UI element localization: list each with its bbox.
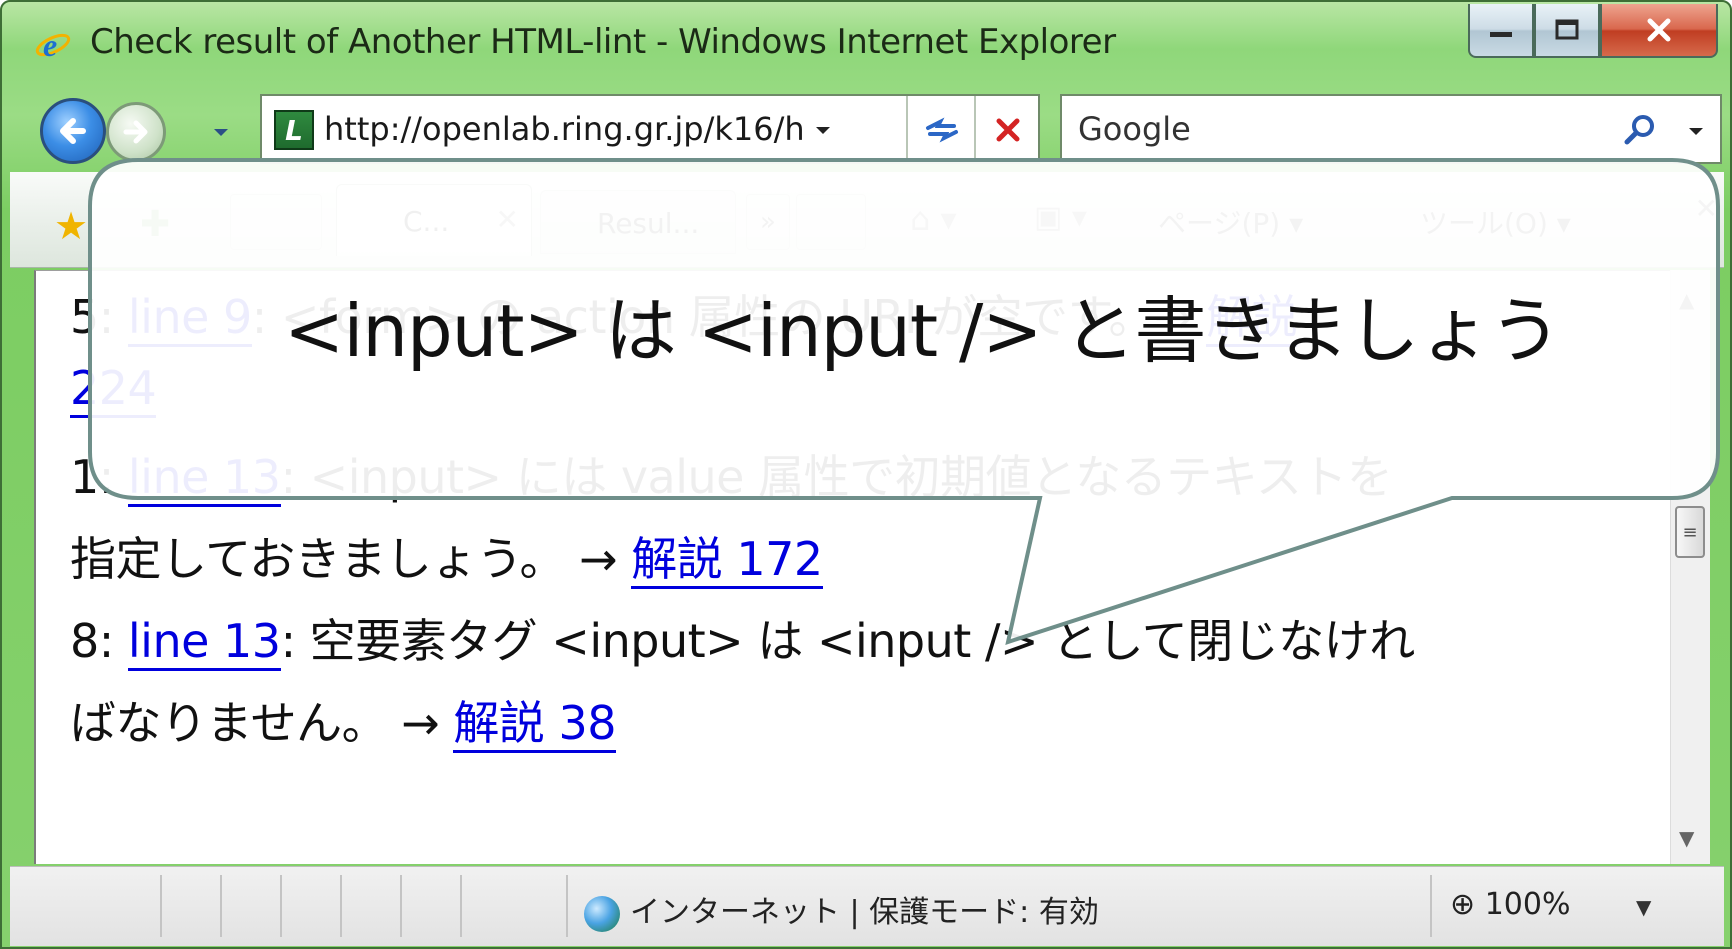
line-link[interactable]: line 13 bbox=[127, 450, 281, 507]
maximize-icon bbox=[1555, 19, 1579, 40]
search-icon bbox=[1624, 115, 1654, 145]
forward-button[interactable] bbox=[106, 102, 166, 162]
explanation-link[interactable]: 解説 172 bbox=[631, 532, 823, 589]
security-zone[interactable]: インターネット | 保護モード: 有効 bbox=[584, 887, 1099, 932]
line-link[interactable]: line 9 bbox=[127, 290, 252, 347]
scroll-up-arrow-icon[interactable]: ▲ bbox=[1679, 288, 1694, 312]
status-bar: インターネット | 保護モード: 有効 ⊕ 100% ▼ bbox=[10, 866, 1724, 946]
result-line: ばなりません。 → 解説 38 bbox=[70, 687, 617, 753]
ie-logo-icon: e bbox=[34, 26, 72, 64]
browser-window: e Check result of Another HTML-lint - Wi… bbox=[0, 0, 1732, 949]
back-arrow-icon bbox=[60, 118, 86, 144]
close-icon bbox=[1647, 18, 1671, 42]
scroll-thumb[interactable]: ≡ bbox=[1675, 506, 1705, 558]
tab-close-icon[interactable]: ✕ bbox=[496, 203, 519, 236]
result-line: 指定しておきましょう。 → 解説 172 bbox=[70, 523, 823, 589]
command-bar: ★ ✚ C... ✕ Resul... » ⌂ ▾ ▣ ▾ ページ(P) ▾ ツ… bbox=[10, 172, 1724, 268]
search-provider-dropdown[interactable] bbox=[1682, 118, 1710, 146]
explanation-link[interactable]: 224 bbox=[70, 361, 157, 418]
zoom-level[interactable]: ⊕ 100% bbox=[1450, 887, 1570, 922]
title-bar: e Check result of Another HTML-lint - Wi… bbox=[2, 2, 1730, 88]
tab-label: C... bbox=[403, 205, 450, 238]
favorites-star-icon[interactable]: ★ bbox=[54, 204, 88, 248]
minimize-button[interactable] bbox=[1468, 4, 1534, 58]
address-input[interactable]: http://openlab.ring.gr.jp/k16/htn bbox=[324, 110, 804, 148]
result-line: 5: line 9: <form> の action 属性の URI が空です。… bbox=[70, 281, 1298, 347]
address-bar[interactable]: L http://openlab.ring.gr.jp/k16/htn bbox=[260, 94, 1040, 164]
tab-current[interactable]: C... ✕ bbox=[336, 184, 532, 256]
search-button[interactable] bbox=[1620, 110, 1660, 150]
close-icon[interactable]: ✕ bbox=[1695, 192, 1718, 225]
result-line: 1: line 13: <input> には value 属性で初期値となるテキ… bbox=[70, 441, 1393, 507]
tab-label: Resul... bbox=[597, 207, 700, 240]
recent-pages-dropdown[interactable] bbox=[206, 118, 236, 148]
zoom-dropdown-icon[interactable]: ▼ bbox=[1636, 895, 1651, 919]
site-favicon-icon: L bbox=[274, 110, 314, 150]
scroll-down-arrow-icon[interactable]: ▼ bbox=[1679, 826, 1694, 850]
navigation-bar: L http://openlab.ring.gr.jp/k16/htn Goog… bbox=[2, 88, 1730, 170]
home-icon[interactable]: ⌂ ▾ bbox=[910, 200, 957, 238]
page-content: 5: line 9: <form> の action 属性の URI が空です。… bbox=[34, 270, 1670, 864]
forward-arrow-icon bbox=[123, 120, 148, 144]
chevron-down-icon bbox=[214, 129, 228, 136]
tab-list-button[interactable]: » bbox=[746, 194, 790, 250]
stop-button[interactable] bbox=[978, 102, 1038, 158]
chevron-down-icon bbox=[1689, 128, 1703, 135]
refresh-icon bbox=[926, 117, 958, 143]
svg-text:e: e bbox=[43, 27, 57, 63]
result-line: 224 bbox=[70, 361, 157, 418]
tab-result[interactable]: Resul... bbox=[540, 190, 736, 254]
line-link[interactable]: line 13 bbox=[127, 614, 281, 671]
address-dropdown[interactable] bbox=[810, 118, 836, 144]
quick-tabs-button[interactable] bbox=[230, 194, 322, 250]
globe-icon bbox=[584, 895, 620, 932]
zoom-icon: ⊕ bbox=[1450, 887, 1476, 922]
chevron-down-icon bbox=[816, 127, 830, 134]
minimize-icon bbox=[1490, 32, 1512, 37]
back-button[interactable] bbox=[40, 98, 106, 164]
explanation-link[interactable]: 解説 bbox=[1206, 290, 1298, 347]
search-box[interactable]: Google bbox=[1060, 94, 1722, 164]
result-line: 8: line 13: 空要素タグ <input> は <input /> とし… bbox=[70, 605, 1415, 671]
refresh-button[interactable] bbox=[912, 102, 972, 158]
search-input[interactable]: Google bbox=[1078, 110, 1191, 148]
explanation-link[interactable]: 解説 38 bbox=[453, 696, 617, 753]
page-menu[interactable]: ページ(P) ▾ bbox=[1158, 202, 1303, 242]
vertical-scrollbar[interactable]: ▲ ≡ ▼ bbox=[1670, 270, 1710, 864]
add-favorites-icon[interactable]: ✚ bbox=[140, 204, 170, 245]
maximize-button[interactable] bbox=[1534, 4, 1600, 58]
caption-buttons bbox=[1468, 4, 1718, 58]
stop-icon bbox=[996, 118, 1020, 142]
window-title: Check result of Another HTML-lint - Wind… bbox=[90, 22, 1116, 62]
close-button[interactable] bbox=[1600, 4, 1718, 58]
feeds-icon[interactable]: ▣ ▾ bbox=[1034, 200, 1087, 235]
new-tab-button[interactable] bbox=[796, 194, 866, 250]
tools-menu[interactable]: ツール(O) ▾ bbox=[1420, 202, 1571, 242]
